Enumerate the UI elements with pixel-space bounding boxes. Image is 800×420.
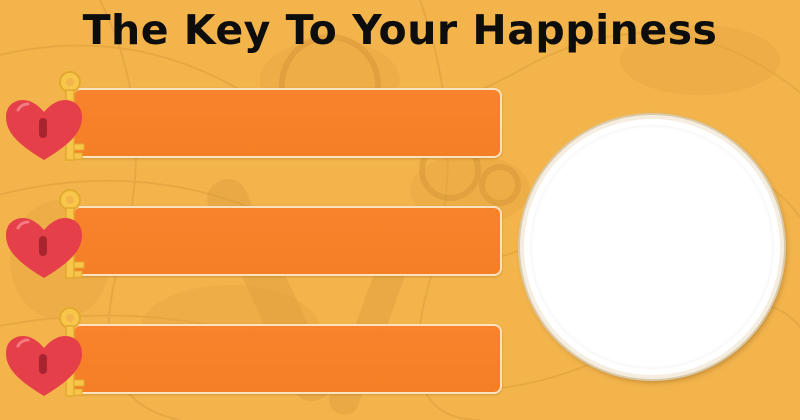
image-placeholder-circle[interactable]	[520, 115, 784, 379]
list-item	[0, 306, 520, 406]
image-placeholder-inner	[530, 125, 774, 369]
text-bar[interactable]	[72, 206, 502, 276]
list-item	[0, 188, 520, 288]
page-title: The Key To Your Happiness	[82, 6, 718, 54]
list-item	[0, 70, 520, 170]
heart-key-icon	[6, 71, 85, 161]
heart-key-icon	[6, 307, 85, 397]
text-bar[interactable]	[72, 88, 502, 158]
text-bar[interactable]	[72, 324, 502, 394]
heart-key-icon	[6, 189, 85, 279]
